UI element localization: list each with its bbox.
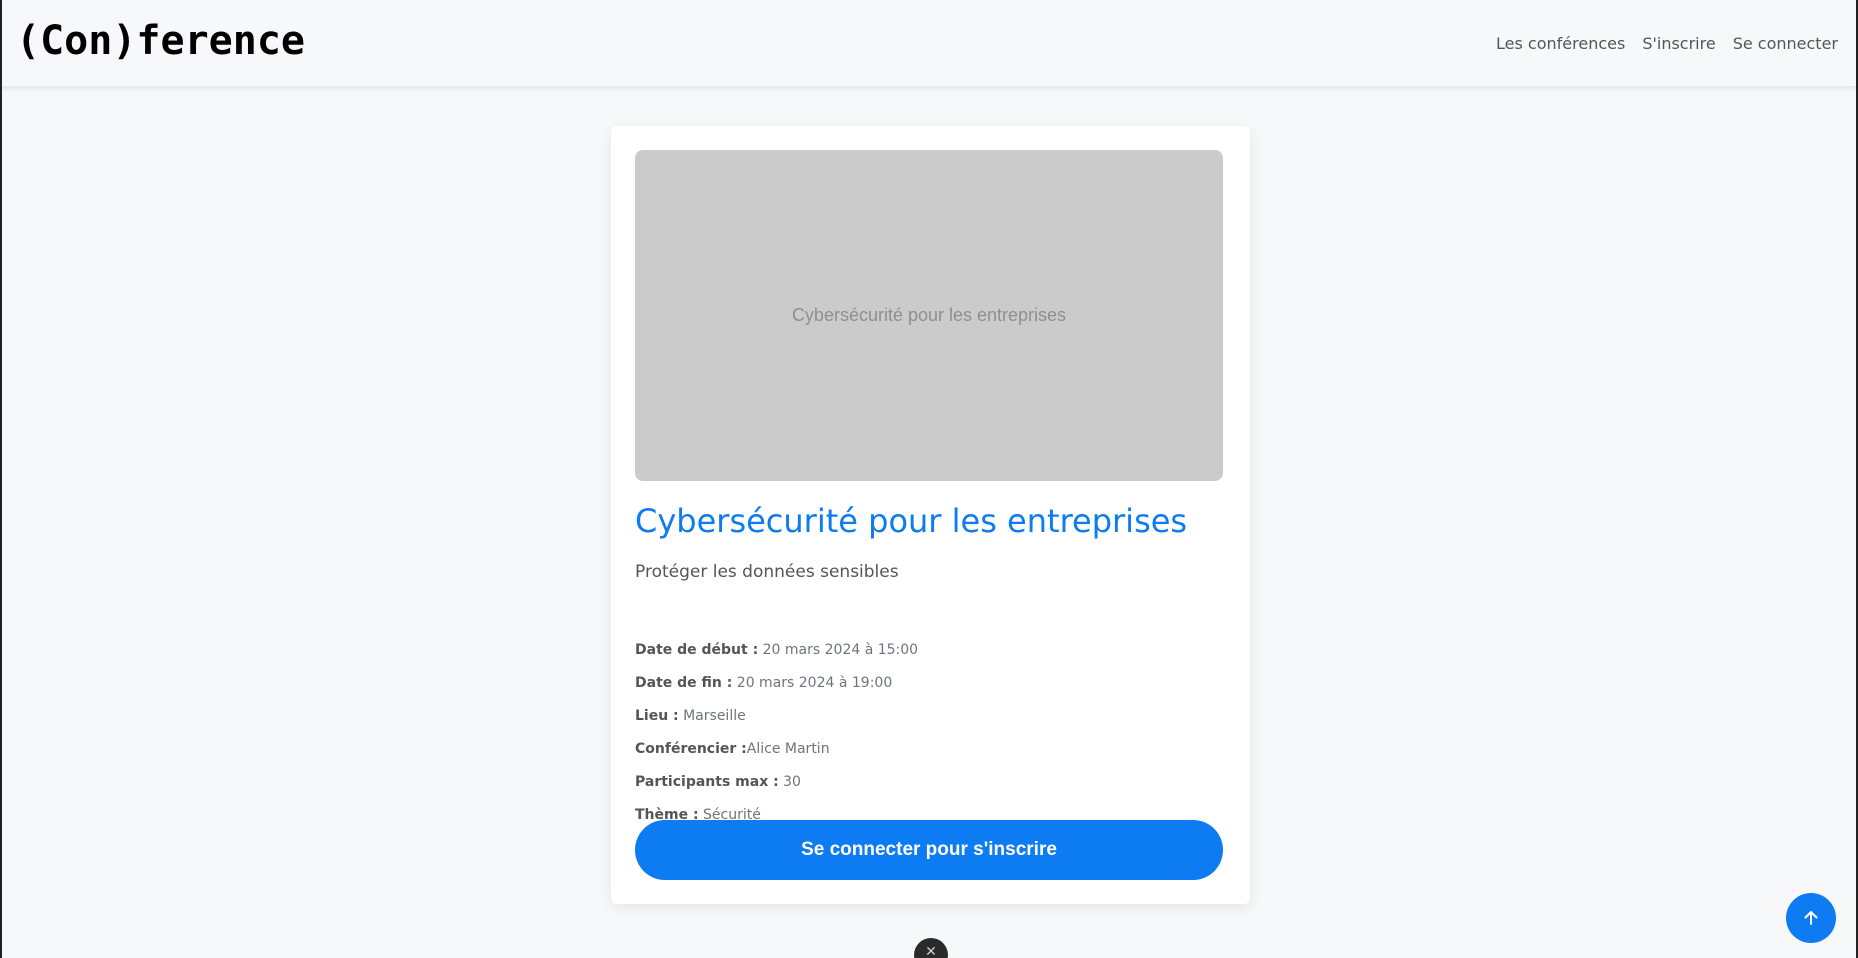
arrow-up-icon <box>1804 911 1818 925</box>
detail-label: Date de fin : <box>635 675 733 691</box>
detail-label: Lieu : <box>635 708 679 724</box>
detail-value: 20 mars 2024 à 15:00 <box>758 642 919 658</box>
detail-max-participants: Participants max : 30 <box>635 774 801 790</box>
detail-value: Marseille <box>678 708 746 724</box>
scroll-to-top-button[interactable] <box>1786 893 1836 943</box>
detail-value: Alice Martin <box>746 741 830 757</box>
nav-link-register[interactable]: S'inscrire <box>1642 34 1715 53</box>
conference-subtitle: Protéger les données sensibles <box>635 562 899 582</box>
detail-speaker: Conférencier :Alice Martin <box>635 741 830 757</box>
detail-label: Participants max : <box>635 774 779 790</box>
detail-label: Date de début : <box>635 642 759 658</box>
brand-logo[interactable]: (Con)ference <box>16 18 305 64</box>
close-icon: ✕ <box>925 944 937 958</box>
conference-image-alt-text: Cybersécurité pour les entreprises <box>791 305 1067 325</box>
conference-image: Cybersécurité pour les entreprises <box>635 150 1223 481</box>
detail-location: Lieu : Marseille <box>635 708 746 724</box>
nav-links: Les conférences S'inscrire Se connecter <box>1496 34 1838 53</box>
conference-card: Cybersécurité pour les entreprises Cyber… <box>611 126 1250 904</box>
close-bubble-button[interactable]: ✕ <box>914 938 948 958</box>
nav-link-login[interactable]: Se connecter <box>1733 34 1838 53</box>
detail-value: 30 <box>778 774 801 790</box>
detail-label: Conférencier : <box>635 741 747 757</box>
login-to-register-button[interactable]: Se connecter pour s'inscrire <box>635 820 1223 880</box>
nav-link-conferences[interactable]: Les conférences <box>1496 34 1625 53</box>
detail-value: 20 mars 2024 à 19:00 <box>732 675 893 691</box>
navbar: (Con)ference Les conférences S'inscrire … <box>2 0 1856 87</box>
detail-start-date: Date de début : 20 mars 2024 à 15:00 <box>635 642 918 658</box>
conference-title: Cybersécurité pour les entreprises <box>635 502 1188 540</box>
detail-end-date: Date de fin : 20 mars 2024 à 19:00 <box>635 675 892 691</box>
